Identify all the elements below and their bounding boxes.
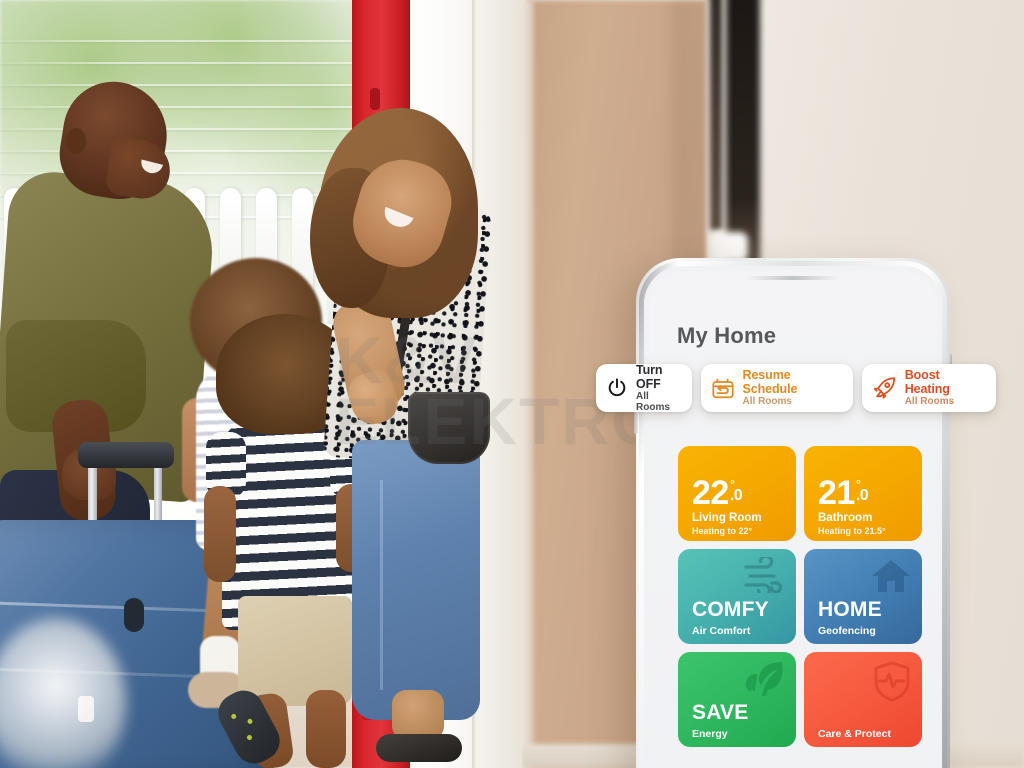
rocket-icon	[872, 376, 897, 400]
woman-handbag	[408, 392, 490, 464]
phone-screen: My Home 22 ° .0 Living Room Heating to 2…	[649, 271, 937, 768]
power-icon	[606, 377, 628, 399]
tile-air-comfort[interactable]: COMFY Air Comfort	[678, 549, 796, 644]
resume-schedule-title: Resume Schedule	[742, 368, 798, 397]
living-room-temperature: 22 ° .0	[692, 474, 743, 512]
boost-heating-button[interactable]: Boost Heating All Rooms	[861, 364, 996, 412]
man-ear	[66, 128, 86, 154]
tile-care-and-protect[interactable]: Care & Protect	[804, 652, 922, 747]
calendar-resume-icon	[711, 377, 735, 400]
leaf-icon	[744, 660, 786, 703]
bathroom-temperature: 21 ° .0	[818, 474, 869, 512]
quick-actions-row: Turn OFF All Rooms Resume Schedule All R…	[596, 362, 996, 413]
living-room-label: Living Room	[692, 512, 762, 524]
boy-leg-right	[306, 690, 346, 768]
living-room-temp-decimal: .0	[729, 487, 743, 504]
room-tile-grid: 22 ° .0 Living Room Heating to 22° 21 ° …	[678, 446, 922, 747]
turn-off-button[interactable]: Turn OFF All Rooms	[596, 362, 692, 413]
woman-jeans	[352, 440, 480, 720]
woman-ankle	[392, 690, 444, 740]
air-comfort-mode: COMFY	[692, 598, 769, 621]
geofencing-mode: HOME	[818, 598, 882, 621]
resume-schedule-button[interactable]: Resume Schedule All Rooms	[700, 364, 853, 412]
bathroom-label: Bathroom	[818, 512, 873, 524]
screenshot-stage: K&V ELEKTRO My Home 22 ° .0	[0, 0, 1024, 768]
bathroom-temp-int: 21	[818, 474, 855, 512]
tile-energy-save[interactable]: SAVE Energy	[678, 652, 796, 747]
boy-arm-left	[204, 486, 236, 582]
care-and-protect-label: Care & Protect	[818, 728, 891, 740]
suitcase-grip	[78, 442, 174, 468]
wind-icon	[742, 554, 786, 598]
shield-heartbeat-icon	[872, 660, 912, 707]
living-room-status: Heating to 22°	[692, 526, 753, 536]
phone-speaker-slit	[745, 276, 841, 280]
air-comfort-label: Air Comfort	[692, 625, 751, 637]
energy-save-mode: SAVE	[692, 701, 749, 724]
smartphone-mockup: My Home 22 ° .0 Living Room Heating to 2…	[634, 258, 952, 768]
energy-save-label: Energy	[692, 728, 728, 740]
woman-sandal	[376, 734, 462, 762]
boost-heating-title: Boost Heating	[904, 368, 950, 397]
page-title: My Home	[677, 323, 777, 348]
turn-off-title: Turn OFF	[636, 362, 663, 391]
wall-edge-highlight	[522, 0, 534, 768]
turn-off-subtitle: All Rooms	[636, 390, 670, 413]
tile-living-room[interactable]: 22 ° .0 Living Room Heating to 22°	[678, 446, 796, 541]
house-icon	[870, 557, 912, 600]
bathroom-status: Heating to 21.5°	[818, 526, 886, 536]
door-latch	[370, 88, 380, 110]
bathroom-temp-decimal: .0	[855, 487, 869, 504]
tile-geofencing[interactable]: HOME Geofencing	[804, 549, 922, 644]
tile-bathroom[interactable]: 21 ° .0 Bathroom Heating to 21.5°	[804, 446, 922, 541]
geofencing-label: Geofencing	[818, 625, 876, 637]
boy-shorts	[238, 596, 352, 706]
lifestyle-photo	[0, 0, 522, 768]
resume-schedule-subtitle: All Rooms	[742, 396, 792, 408]
boost-heating-subtitle: All Rooms	[904, 396, 955, 408]
living-room-temp-int: 22	[692, 474, 729, 512]
